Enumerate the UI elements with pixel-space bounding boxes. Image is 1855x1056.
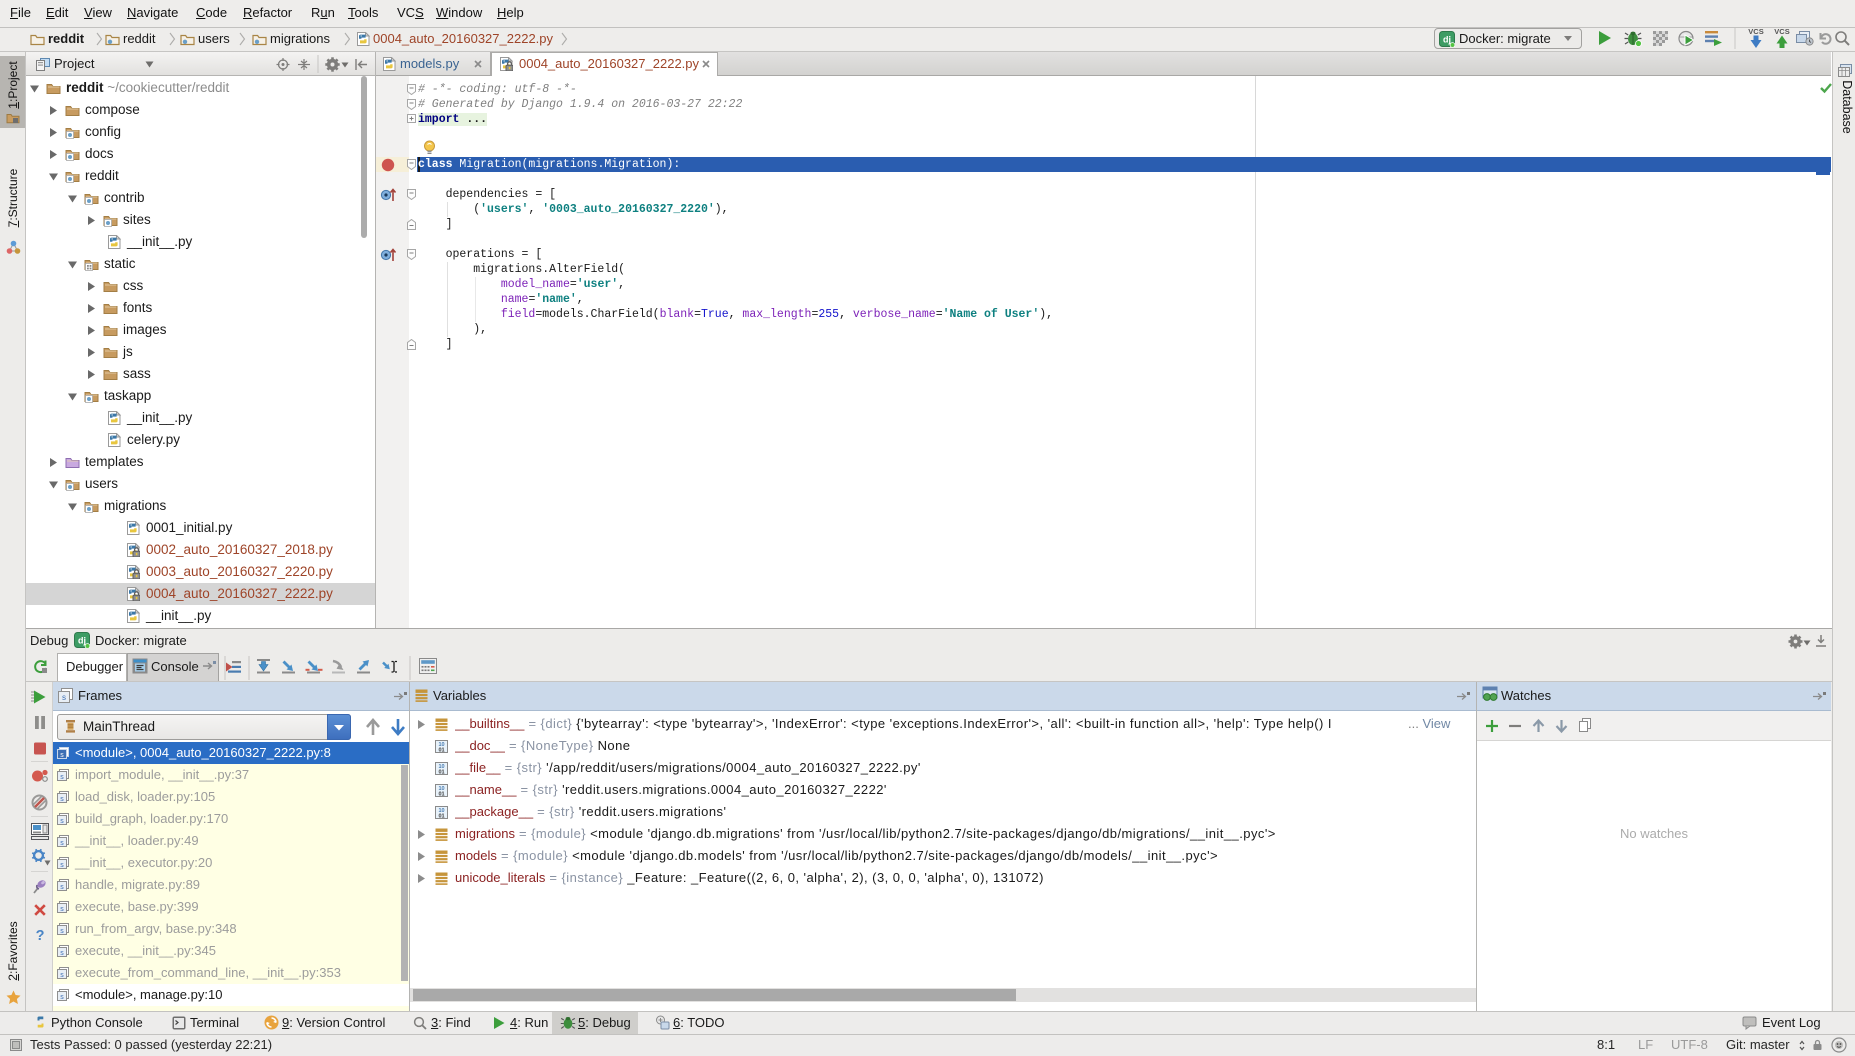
svg-text:dj: dj: [1443, 35, 1451, 45]
svg-text:dj: dj: [78, 636, 86, 646]
svg-text:s: s: [60, 796, 64, 804]
svg-text:s: s: [60, 774, 64, 782]
svg-text:VCS: VCS: [1748, 27, 1763, 36]
svg-text:s: s: [60, 862, 64, 870]
svg-text:s: s: [60, 906, 64, 914]
svg-text:s: s: [60, 840, 64, 848]
svg-text:s: s: [60, 818, 64, 826]
svg-text:s: s: [62, 694, 67, 703]
svg-text:s: s: [60, 950, 64, 958]
svg-text:s: s: [60, 928, 64, 936]
svg-text:01: 01: [438, 792, 444, 798]
svg-text:s: s: [60, 972, 64, 980]
svg-text:s: s: [60, 884, 64, 892]
svg-text:s: s: [60, 752, 64, 760]
svg-text:01: 01: [438, 770, 444, 776]
svg-text:?: ?: [36, 928, 45, 942]
svg-text:01: 01: [438, 814, 444, 820]
svg-text:s: s: [60, 994, 64, 1002]
svg-text:01: 01: [438, 748, 444, 754]
svg-text:VCS: VCS: [1774, 27, 1789, 36]
